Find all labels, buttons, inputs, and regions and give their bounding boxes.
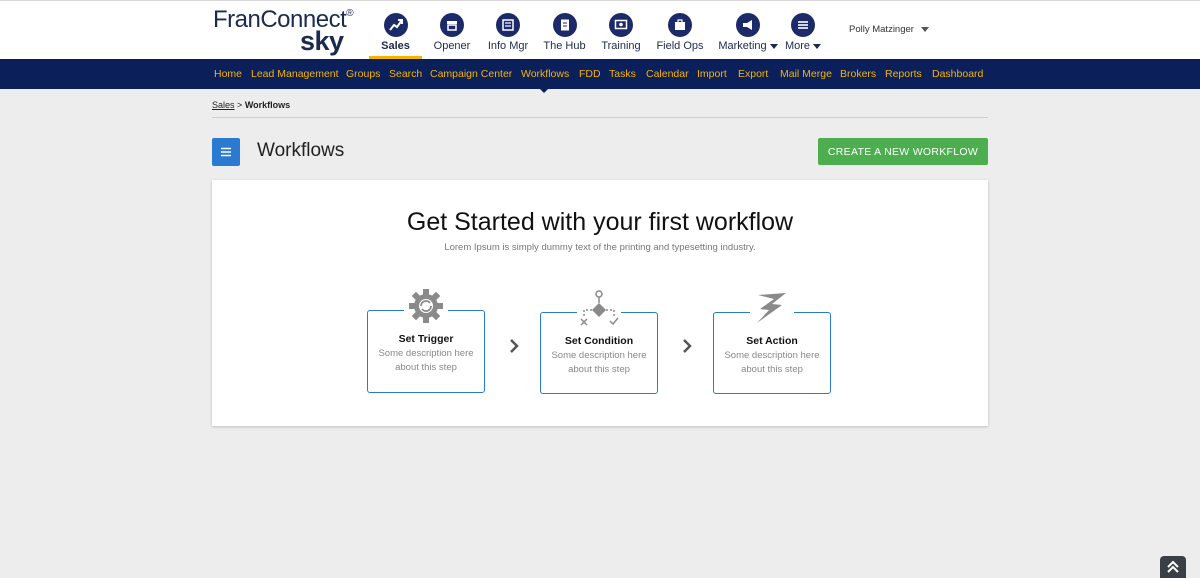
sales-trend-icon [383,13,408,37]
chevron-right-icon [510,339,519,353]
subnav-groups[interactable]: Groups [346,68,380,80]
module-info-mgr[interactable]: Info Mgr [484,1,532,60]
step-description: Some description here about this step [551,350,647,375]
active-indicator [539,88,549,93]
chevron-down-icon [920,27,929,32]
hamburger-icon [791,13,815,37]
franconnect-logo[interactable]: FranConnect® sky [213,6,363,56]
divider [212,117,988,118]
subnav-lead-management[interactable]: Lead Management [251,68,339,80]
gear-refresh-icon [404,287,448,325]
subnav-dashboard[interactable]: Dashboard [932,68,983,80]
subnav-search[interactable]: Search [389,68,422,80]
module-the-hub[interactable]: The Hub [541,1,588,60]
store-icon [440,13,464,37]
subnav-workflows[interactable]: Workflows [521,68,569,80]
empty-state-title: Get Started with your first workflow [406,208,794,236]
breadcrumb-current: Workflows [244,100,291,110]
subnav-campaign-center[interactable]: Campaign Center [430,68,512,80]
condition-branch-icon [577,289,621,327]
subnav-fdd[interactable]: FDD [579,68,601,80]
subnav-brokers[interactable]: Brokers [840,68,876,80]
breadcrumb-sales[interactable]: Sales [212,100,235,110]
module-training[interactable]: Training [598,1,644,60]
module-field-ops[interactable]: Field Ops [655,1,705,60]
subnav-reports[interactable]: Reports [885,68,922,80]
step-title: Set Action [746,335,798,347]
chevron-right-icon [683,339,692,353]
document-icon [552,13,577,37]
module-marketing[interactable]: Marketing [718,1,778,60]
breadcrumb: Sales > Workflows [212,100,290,110]
create-workflow-button[interactable]: CREATE A NEW WORKFLOW [818,138,988,165]
step-description: Some description here about this step [378,348,474,373]
hamburger-icon [221,147,231,157]
scroll-to-top-button[interactable] [1160,556,1186,578]
empty-state-card: Get Started with your first workflow Lor… [212,180,988,426]
top-header: FranConnect® sky Sales Opener Info Mgr T… [0,0,1200,60]
subnav-mail-merge[interactable]: Mail Merge [780,68,832,80]
user-name: Polly Matzinger [849,24,914,35]
module-more[interactable]: More [784,1,822,60]
module-sales[interactable]: Sales [369,1,422,60]
step-set-action[interactable]: Set Action Some description here about t… [713,289,831,394]
double-chevron-up-icon [1167,560,1179,573]
step-title: Set Condition [564,335,634,347]
subnav-calendar[interactable]: Calendar [646,68,689,80]
step-title: Set Trigger [398,333,454,345]
subnav-tasks[interactable]: Tasks [609,68,636,80]
subnav-home[interactable]: Home [214,68,242,80]
page-title: Workflows [257,140,345,161]
subnav-export[interactable]: Export [738,68,768,80]
step-description: Some description here about this step [724,350,820,375]
module-opener[interactable]: Opener [430,1,474,60]
info-manager-icon [496,13,520,37]
chevron-down-icon [813,43,822,49]
lightning-icon [750,289,794,327]
training-icon [609,13,633,37]
empty-state-subtitle: Lorem Ipsum is simply dummy text of the … [444,242,756,253]
sub-navigation: Home Lead Management Groups Search Campa… [0,59,1200,93]
menu-toggle-button[interactable] [212,138,240,166]
breadcrumb-separator: > [237,100,243,110]
field-ops-icon [668,13,692,37]
subnav-import[interactable]: Import [697,68,727,80]
user-menu[interactable]: Polly Matzinger [849,24,929,35]
step-set-trigger[interactable]: Set Trigger Some description here about … [367,287,485,393]
step-set-condition[interactable]: Set Condition Some description here abou… [540,289,658,394]
chevron-down-icon [769,43,778,49]
megaphone-icon [736,13,760,37]
